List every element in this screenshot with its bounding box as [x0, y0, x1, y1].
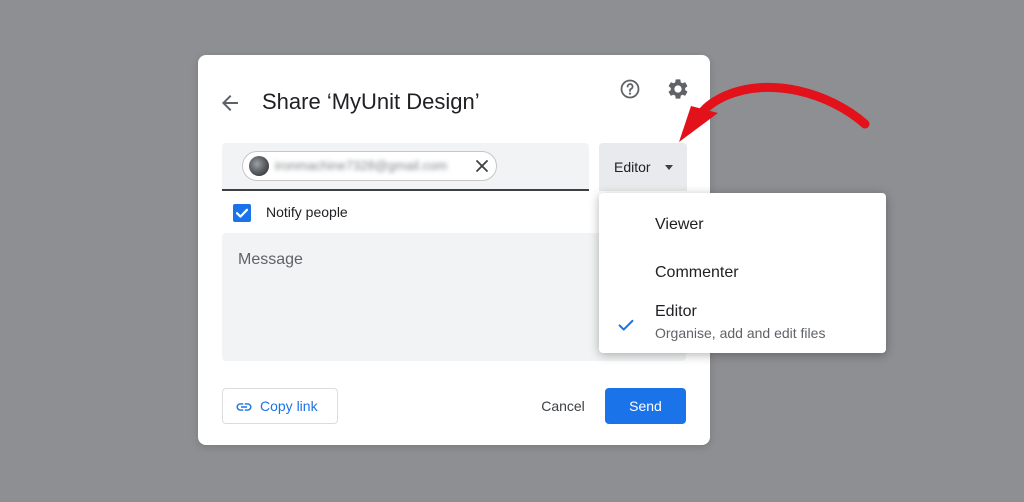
- annotation-arrow: [679, 82, 870, 142]
- role-option-description: Organise, add and edit files: [655, 325, 826, 341]
- role-option-editor[interactable]: Editor Organise, add and edit files: [599, 297, 886, 353]
- cancel-button[interactable]: Cancel: [528, 388, 598, 424]
- recipient-input[interactable]: ironmachine7328@gmail.com: [222, 143, 589, 191]
- recipient-email: ironmachine7328@gmail.com: [275, 158, 448, 173]
- checkmark-icon: [618, 319, 634, 331]
- checkbox-checked-icon: [233, 204, 251, 222]
- close-icon: [476, 160, 488, 172]
- notify-people-label: Notify people: [266, 204, 348, 220]
- notify-people-checkbox[interactable]: [232, 203, 252, 223]
- dialog-title: Share ‘MyUnit Design’: [262, 89, 480, 114]
- role-option-commenter[interactable]: Commenter: [599, 249, 886, 297]
- role-option-label: Commenter: [655, 264, 739, 281]
- role-option-label: Viewer: [655, 216, 704, 233]
- arrow-back-icon: [222, 95, 238, 111]
- avatar: [249, 156, 269, 176]
- role-option-label: Editor: [655, 303, 697, 320]
- message-placeholder: Message: [238, 251, 303, 268]
- send-button[interactable]: Send: [605, 388, 686, 424]
- help-button[interactable]: [618, 77, 642, 101]
- recipient-chip[interactable]: ironmachine7328@gmail.com: [242, 151, 497, 181]
- help-icon: [620, 79, 640, 99]
- copy-link-label: Copy link: [260, 398, 318, 414]
- remove-recipient-button[interactable]: [473, 157, 491, 175]
- role-option-viewer[interactable]: Viewer: [599, 193, 886, 249]
- back-button[interactable]: [218, 91, 242, 115]
- copy-link-button[interactable]: Copy link: [222, 388, 338, 424]
- link-icon: [236, 403, 252, 411]
- role-dropdown-label: Editor: [614, 159, 651, 175]
- role-menu: Viewer Commenter Editor Organise, add an…: [599, 193, 886, 353]
